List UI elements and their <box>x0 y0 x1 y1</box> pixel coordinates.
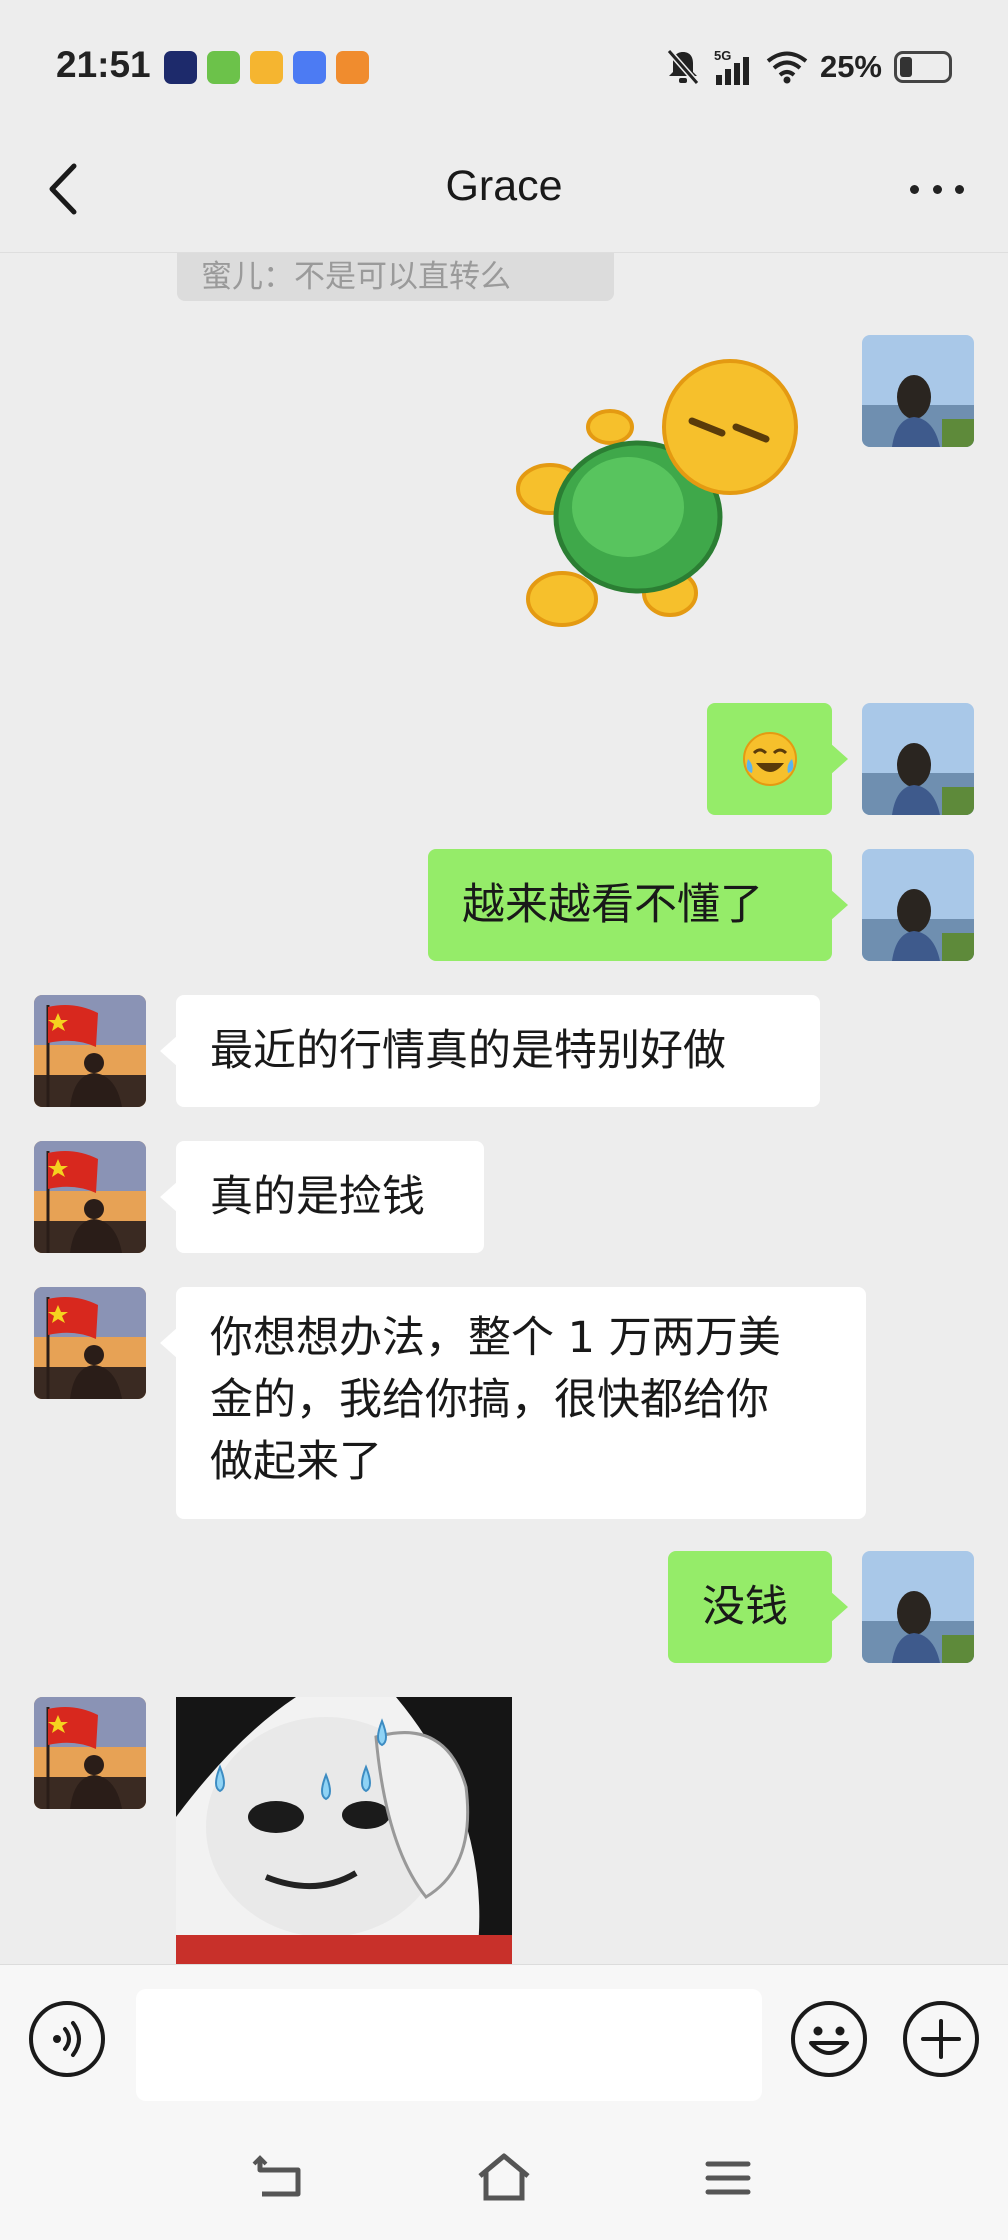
message-text-line: 金的，我给你搞，很快都给你 <box>210 1375 769 1425</box>
hand-app-icon <box>207 51 240 84</box>
my-avatar-image <box>862 703 974 815</box>
panda-sweat-sticker-image <box>176 1697 512 1964</box>
smile-icon <box>809 2026 849 2055</box>
more-options-button[interactable] <box>904 166 970 212</box>
back-arrow-icon <box>252 2155 301 2197</box>
system-back-button[interactable] <box>248 2146 312 2210</box>
my-avatar-image <box>862 849 974 961</box>
incoming-message-bubble[interactable]: 你想想办法，整个 1 万两万美 金的，我给你搞，很快都给你 做起来了 <box>160 1287 866 1519</box>
message-text-line: 做起来了 <box>210 1437 382 1487</box>
my-avatar[interactable] <box>862 335 974 447</box>
turtle-sticker-image <box>516 359 798 627</box>
my-avatar[interactable] <box>862 703 974 815</box>
contact-avatar[interactable] <box>34 1697 146 1809</box>
contact-avatar[interactable] <box>34 1141 146 1253</box>
message-list[interactable]: 蜜儿：不是可以直转么 越来越看不懂了 最近的行情真的是特别好做 真的是捡钱 你想… <box>0 252 1008 1964</box>
quoted-message: 蜜儿：不是可以直转么 <box>177 253 614 301</box>
input-bar <box>0 1964 1008 2110</box>
svg-text:5G: 5G <box>714 48 731 63</box>
contact-avatar-image <box>34 1141 146 1253</box>
incoming-message-bubble[interactable]: 真的是捡钱 <box>160 1141 484 1253</box>
message-text: 真的是捡钱 <box>210 1172 425 1222</box>
voice-button[interactable] <box>29 2001 105 2077</box>
system-home-button[interactable] <box>472 2146 536 2210</box>
mail-app-icon <box>250 51 283 84</box>
chat-header: Grace <box>0 126 1008 252</box>
laughing-crying-emoji-icon <box>742 732 797 786</box>
my-avatar[interactable] <box>862 1551 974 1663</box>
contact-avatar[interactable] <box>34 995 146 1107</box>
jk110-app-icon <box>164 51 197 84</box>
status-bar: 21:51 5G 25% <box>0 0 1008 126</box>
status-time: 21:51 <box>56 44 151 85</box>
wifi-icon <box>766 51 808 84</box>
my-avatar-image <box>862 1551 974 1663</box>
home-icon <box>478 2153 530 2201</box>
message-text: 最近的行情真的是特别好做 <box>210 1026 726 1076</box>
my-avatar[interactable] <box>862 849 974 961</box>
contact-avatar-image <box>34 995 146 1107</box>
status-indicators: 5G 25% <box>666 44 952 90</box>
browser-app-icon <box>293 51 326 84</box>
more-actions-button[interactable] <box>903 2001 979 2077</box>
plus-icon <box>921 2019 961 2059</box>
signal-5g-icon: 5G <box>714 48 749 85</box>
chat-title: Grace <box>445 162 563 210</box>
orange-app-icon <box>336 51 369 84</box>
battery-icon <box>894 51 952 83</box>
contact-avatar-image <box>34 1697 146 1809</box>
voice-icon <box>53 2021 81 2057</box>
mute-icon <box>666 49 700 85</box>
more-dot-icon <box>932 184 942 194</box>
contact-avatar[interactable] <box>34 1287 146 1399</box>
system-menu-button[interactable] <box>696 2146 760 2210</box>
panda-sweat-sticker[interactable] <box>176 1697 512 1964</box>
message-text: 没钱 <box>702 1582 788 1632</box>
outgoing-message-bubble[interactable]: 越来越看不懂了 <box>428 849 848 961</box>
message-text-line: 你想想办法，整个 1 万两万美 <box>210 1313 781 1363</box>
emoji-button[interactable] <box>791 2001 867 2077</box>
incoming-message-bubble[interactable]: 最近的行情真的是特别好做 <box>160 995 820 1107</box>
menu-icon <box>705 2161 751 2195</box>
more-dot-icon <box>955 184 964 194</box>
battery-percent: 25% <box>819 49 882 84</box>
outgoing-emoji-bubble[interactable] <box>707 703 848 815</box>
more-dot-icon <box>910 184 919 194</box>
contact-avatar-image <box>34 1287 146 1399</box>
message-input[interactable] <box>136 1989 762 2101</box>
turtle-sticker[interactable] <box>490 357 810 647</box>
system-navigation-bar <box>0 2110 1008 2240</box>
message-text: 越来越看不懂了 <box>462 880 763 930</box>
my-avatar-image <box>862 335 974 447</box>
outgoing-message-bubble[interactable]: 没钱 <box>668 1551 848 1663</box>
